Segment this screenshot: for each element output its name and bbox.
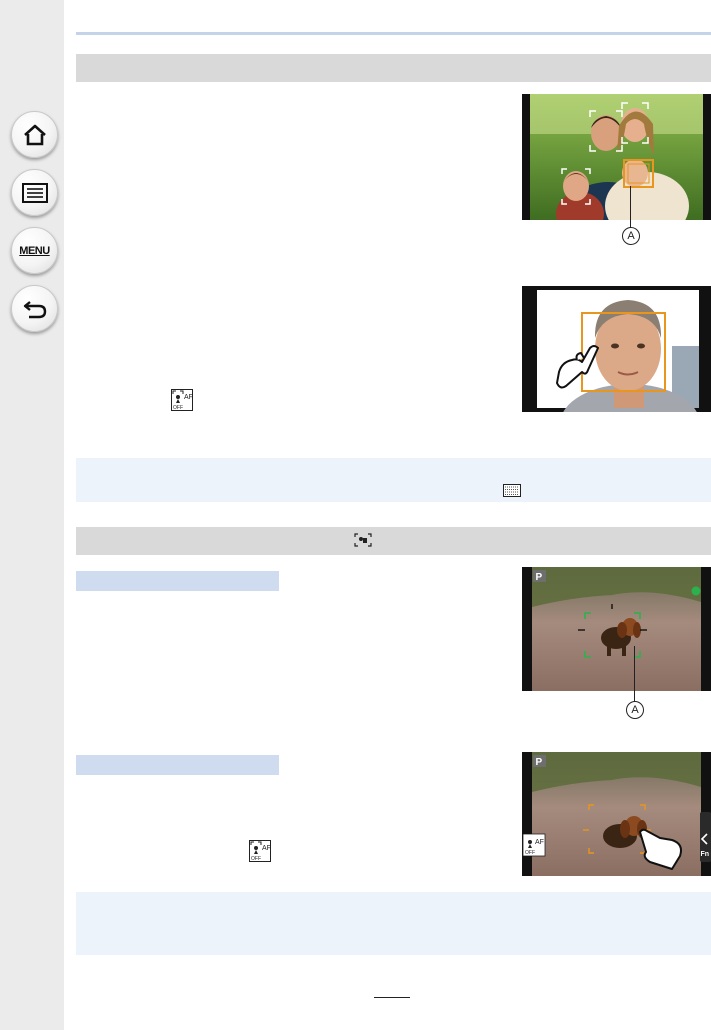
sub-tab-animal-1 <box>76 571 279 591</box>
marker-a-2: A <box>626 701 644 719</box>
af-off-icon-label: AF <box>184 394 193 401</box>
toc-button[interactable] <box>11 169 58 216</box>
marker-a-leader-1 <box>630 186 631 228</box>
touch-face-photo <box>522 286 711 412</box>
grid-af-icon <box>503 484 521 497</box>
touch-animal-photo: P AF OFF Fn <box>522 752 711 876</box>
mode-badge-p-1: P <box>536 572 543 583</box>
af-off-icon-2: AF OFF <box>249 840 271 862</box>
marker-a-leader-2 <box>634 646 635 702</box>
animal-detection-photo: P <box>522 567 711 691</box>
sidebar: MENU <box>0 0 64 1030</box>
af-off-icon: AF OFF <box>171 389 193 411</box>
dog-touch-image: P AF OFF Fn <box>522 752 711 876</box>
sub-tab-animal-2 <box>76 755 279 775</box>
fn-tab-label: Fn <box>701 851 710 858</box>
back-button[interactable] <box>11 285 58 332</box>
marker-a-1: A <box>622 227 640 245</box>
animal-detect-icon <box>354 533 372 547</box>
section-bar-face-detection <box>76 54 711 82</box>
mode-badge-p-2: P <box>536 757 543 768</box>
af-off-icon-2-label: AF <box>262 845 271 852</box>
menu-label: MENU <box>19 244 50 257</box>
dog-image: P <box>522 567 711 691</box>
note-box-1 <box>76 458 711 502</box>
page-number-rule <box>374 997 410 998</box>
section-bar-animal-detection <box>76 527 711 555</box>
menu-button[interactable]: MENU <box>11 227 58 274</box>
header-rule <box>76 32 711 35</box>
face-detection-photo <box>522 94 711 220</box>
touch-af-icon-sub: OFF <box>525 850 535 856</box>
family-image <box>522 94 711 220</box>
back-arrow-icon <box>23 300 46 318</box>
home-button[interactable] <box>11 111 58 158</box>
af-off-icon-sub: OFF <box>173 405 183 411</box>
touch-af-icon-label: AF <box>535 839 544 846</box>
home-icon <box>23 124 46 145</box>
man-portrait-image <box>522 286 711 412</box>
af-off-icon-2-sub: OFF <box>251 856 261 862</box>
list-icon <box>21 182 48 203</box>
note-box-2 <box>76 892 711 955</box>
